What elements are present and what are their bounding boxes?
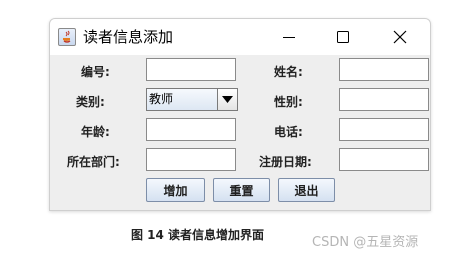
register-date-input[interactable] <box>339 148 429 171</box>
id-label: 编号: <box>81 65 110 79</box>
maximize-button[interactable] <box>329 23 357 51</box>
category-select[interactable]: 教师 <box>146 88 238 111</box>
watermark: CSDN @五星资源 <box>312 235 419 250</box>
close-icon <box>393 30 407 44</box>
gender-label: 性别: <box>274 95 303 109</box>
maximize-icon <box>337 31 349 43</box>
title-bar: 读者信息添加 <box>50 19 430 55</box>
chevron-down-icon[interactable] <box>218 89 237 110</box>
phone-label: 电话: <box>274 125 303 139</box>
name-label: 姓名: <box>274 65 303 79</box>
figure-caption: 图 14 读者信息增加界面 <box>131 228 265 242</box>
reader-add-window: 读者信息添加 编号: 姓名: 类别: 教师 性别: 年龄: 电话: 所在部门: … <box>49 18 431 211</box>
exit-button[interactable]: 退出 <box>278 178 335 202</box>
form-body: 编号: 姓名: 类别: 教师 性别: 年龄: 电话: 所在部门: 注册日期: 增… <box>50 55 430 210</box>
minimize-icon <box>283 37 295 38</box>
reset-button[interactable]: 重置 <box>213 178 270 202</box>
department-label: 所在部门: <box>67 155 120 169</box>
phone-input[interactable] <box>339 118 429 141</box>
id-input[interactable] <box>146 58 236 81</box>
age-label: 年龄: <box>81 125 110 139</box>
register-date-label: 注册日期: <box>259 155 312 169</box>
add-button[interactable]: 增加 <box>146 178 205 202</box>
minimize-button[interactable] <box>275 23 303 51</box>
department-input[interactable] <box>146 148 236 171</box>
age-input[interactable] <box>146 118 236 141</box>
close-button[interactable] <box>386 23 414 51</box>
category-selected-value: 教师 <box>147 89 218 110</box>
window-title: 读者信息添加 <box>83 28 174 46</box>
java-app-icon <box>58 28 76 46</box>
page: 读者信息添加 编号: 姓名: 类别: 教师 性别: 年龄: 电话: 所在部门: … <box>0 0 464 257</box>
category-label: 类别: <box>76 95 105 109</box>
name-input[interactable] <box>339 58 429 81</box>
gender-input[interactable] <box>339 88 429 111</box>
